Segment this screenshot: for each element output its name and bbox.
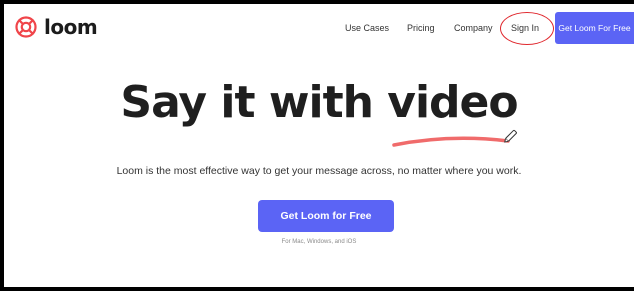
nav-link-pricing[interactable]: Pricing [407, 23, 435, 33]
nav-link-use-cases[interactable]: Use Cases [345, 23, 389, 33]
loom-logo-icon [14, 15, 38, 39]
nav-get-loom-button[interactable]: Get Loom For Free [555, 12, 634, 44]
brand-logo[interactable]: loom [14, 12, 98, 42]
brand-name: loom [44, 15, 98, 39]
hero-get-loom-button[interactable]: Get Loom for Free [258, 200, 394, 232]
top-nav: loom Use Cases Pricing Company Sign In G… [4, 4, 634, 50]
sign-in-link[interactable]: Sign In [511, 23, 539, 33]
browser-viewport: loom Use Cases Pricing Company Sign In G… [4, 4, 634, 287]
handdrawn-underline-icon [390, 126, 530, 157]
hero-headline: Say it with video [120, 77, 518, 128]
nav-link-company[interactable]: Company [454, 23, 493, 33]
platforms-note: For Mac, Windows, and iOS [281, 239, 357, 245]
hero-subtitle: Loom is the most effective way to get yo… [116, 165, 522, 177]
